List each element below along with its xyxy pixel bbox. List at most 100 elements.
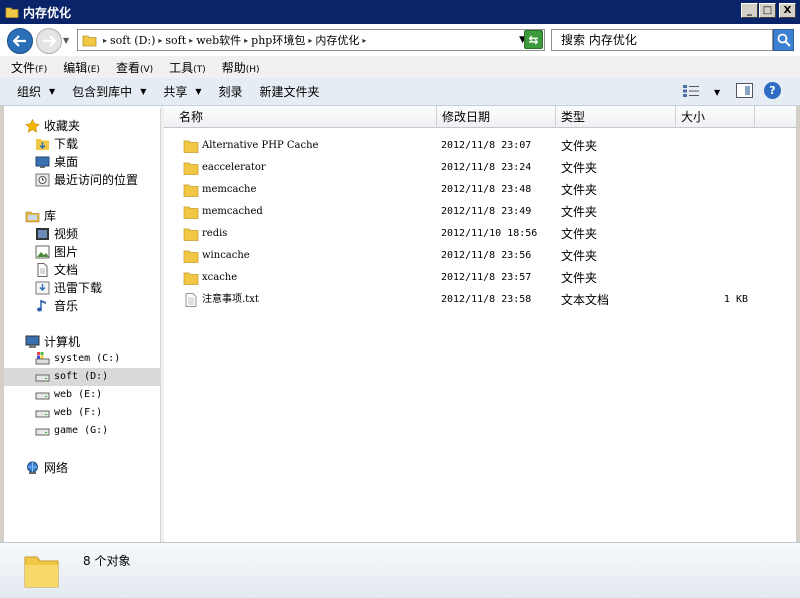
window-frame-right [796, 24, 800, 598]
file-row[interactable]: memcache 2012/11/8 23:48 文件夹 [164, 179, 764, 201]
recent-pages-dropdown[interactable]: ▼ [63, 36, 69, 45]
file-date: 2012/11/10 18:56 [441, 228, 538, 239]
file-date: 2012/11/8 23:48 [441, 184, 532, 195]
details-pane: 8 个对象 [0, 542, 800, 598]
nav-documents[interactable]: 文档 [34, 261, 78, 278]
nav-drive-g[interactable]: game (G:) [34, 423, 108, 437]
nav-drive-f[interactable]: web (F:) [34, 405, 102, 419]
nav-recent[interactable]: 最近访问的位置 [34, 171, 138, 188]
breadcrumb-current[interactable]: 内存优化 [315, 32, 359, 48]
nav-xunlei[interactable]: 迅雷下载 [34, 279, 102, 296]
nav-videos[interactable]: 视频 [34, 225, 78, 242]
recent-places-icon [34, 173, 50, 187]
nav-computer[interactable]: 计算机 [24, 333, 80, 350]
file-type: 文件夹 [561, 139, 598, 153]
help-icon: ? [769, 84, 776, 97]
refresh-button[interactable]: ⇆ [524, 30, 543, 49]
file-type: 文件夹 [561, 271, 598, 285]
file-row[interactable]: Alternative PHP Cache 2012/11/8 23:07 文件… [164, 135, 764, 157]
burn-button[interactable]: 刻录 [219, 83, 243, 100]
chevron-down-icon: ▼ [195, 87, 202, 96]
file-row[interactable]: 注意事项.txt 2012/11/8 23:58 文本文档 1 KB [164, 289, 764, 311]
file-name: 注意事项.txt [202, 294, 259, 305]
folder-icon [183, 228, 199, 241]
chevron-down-icon: ▼ [49, 87, 56, 96]
help-button[interactable]: ? [764, 82, 781, 99]
arrow-left-icon [13, 35, 26, 47]
breadcrumb-soft[interactable]: soft [165, 34, 186, 47]
breadcrumb-web[interactable]: web软件 [196, 32, 241, 48]
file-name: redis [202, 228, 228, 239]
file-name: eaccelerator [202, 162, 266, 173]
nav-downloads[interactable]: 下载 [34, 135, 78, 152]
file-row[interactable]: redis 2012/11/10 18:56 文件夹 [164, 223, 764, 245]
column-header-name[interactable]: 名称 [174, 106, 437, 128]
minimize-button[interactable]: _ [741, 3, 758, 18]
file-date: 2012/11/8 23:58 [441, 294, 532, 305]
share-button[interactable]: 共享 ▼ [163, 83, 201, 100]
breadcrumb-drive[interactable]: soft (D:) [110, 34, 155, 47]
change-view-button[interactable] [683, 85, 699, 97]
search-input[interactable]: 搜索 内存优化 [551, 29, 773, 51]
address-bar[interactable]: ▸ soft (D:) ▸ soft ▸ web软件 ▸ php环境包 ▸ 内存… [77, 29, 545, 51]
nav-drive-e[interactable]: web (E:) [34, 387, 102, 401]
picture-icon [34, 245, 50, 259]
new-folder-button[interactable]: 新建文件夹 [260, 83, 320, 100]
menu-help[interactable]: 帮助(H) [222, 59, 260, 76]
search-button[interactable] [773, 29, 794, 51]
column-header-type[interactable]: 类型 [556, 106, 676, 128]
nav-network[interactable]: 网络 [24, 459, 68, 476]
file-size [676, 135, 748, 157]
maximize-button[interactable]: □ [759, 3, 776, 18]
file-type: 文件夹 [561, 161, 598, 175]
item-count: 8 个对象 [83, 554, 131, 568]
nav-libraries[interactable]: 库 [24, 207, 56, 224]
crumb-separator[interactable]: ▸ [158, 36, 162, 45]
file-size [676, 201, 748, 223]
menu-tools[interactable]: 工具(T) [169, 59, 206, 76]
file-row[interactable]: wincache 2012/11/8 23:56 文件夹 [164, 245, 764, 267]
forward-button[interactable] [36, 28, 62, 54]
downloads-folder-icon [34, 137, 50, 151]
file-list[interactable]: 名称 修改日期 类型 大小 Alternative PHP Cache 2012… [164, 106, 796, 542]
file-name: Alternative PHP Cache [202, 140, 319, 151]
menu-edit[interactable]: 编辑(E) [63, 59, 100, 76]
file-size [676, 223, 748, 245]
address-row: ▼ ▸ soft (D:) ▸ soft ▸ web软件 ▸ php环境包 ▸ … [0, 24, 800, 56]
video-icon [34, 227, 50, 241]
file-row[interactable]: xcache 2012/11/8 23:57 文件夹 [164, 267, 764, 289]
crumb-separator[interactable]: ▸ [103, 36, 107, 45]
view-dropdown[interactable]: ▼ [714, 88, 720, 97]
file-size [676, 245, 748, 267]
menu-view[interactable]: 查看(V) [116, 59, 153, 76]
crumb-separator[interactable]: ▸ [244, 36, 248, 45]
title-bar[interactable]: 内存优化 _ □ X [0, 0, 800, 24]
window-title: 内存优化 [23, 5, 72, 20]
file-name: memcache [202, 184, 257, 195]
document-icon [34, 262, 50, 277]
file-row[interactable]: eaccelerator 2012/11/8 23:24 文件夹 [164, 157, 764, 179]
menu-file[interactable]: 文件(F) [11, 59, 47, 76]
column-header-size[interactable]: 大小 [676, 106, 755, 128]
nav-drive-c[interactable]: system (C:) [34, 351, 120, 365]
nav-music[interactable]: 音乐 [34, 297, 78, 314]
column-header-date[interactable]: 修改日期 [437, 106, 556, 128]
search-icon [777, 33, 791, 47]
network-icon [24, 461, 40, 475]
preview-pane-button[interactable] [736, 83, 753, 98]
include-library-button[interactable]: 包含到库中 ▼ [72, 83, 146, 100]
crumb-separator[interactable]: ▸ [362, 36, 366, 45]
file-row[interactable]: memcached 2012/11/8 23:49 文件夹 [164, 201, 764, 223]
drive-icon [34, 387, 50, 401]
crumb-separator[interactable]: ▸ [308, 36, 312, 45]
nav-favorites[interactable]: 收藏夹 [24, 117, 80, 134]
nav-drive-d[interactable]: soft (D:) [34, 369, 108, 383]
crumb-separator[interactable]: ▸ [189, 36, 193, 45]
back-button[interactable] [7, 28, 33, 54]
navigation-pane[interactable]: 收藏夹 下载 桌面 最近访问的位置 库 视频 图片 文档 迅雷下载 音乐 计算机 [4, 108, 161, 542]
nav-desktop[interactable]: 桌面 [34, 153, 78, 170]
breadcrumb-php[interactable]: php环境包 [251, 32, 305, 48]
close-button[interactable]: X [779, 3, 796, 18]
nav-pictures[interactable]: 图片 [34, 243, 78, 260]
organize-button[interactable]: 组织 ▼ [17, 83, 55, 100]
